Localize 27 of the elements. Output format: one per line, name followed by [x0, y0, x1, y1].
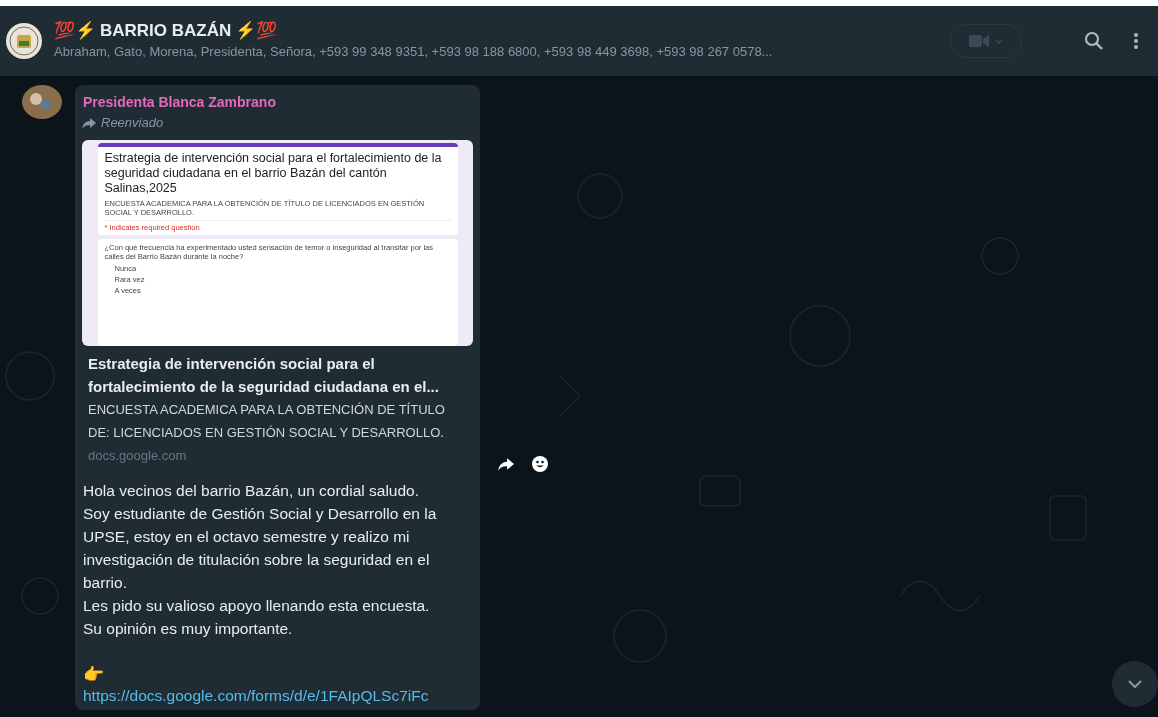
search-icon[interactable] [1084, 31, 1104, 51]
group-name[interactable]: BARRIO BAZÁN [100, 20, 232, 42]
message-text: Soy estudiante de Gestión Social y Desarrollo en la UPSE, estoy en el octavo semestre y realizo mi investigación de titulación sobre la seguridad en el barrio. [83, 504, 438, 593]
member-list[interactable]: Abraham, Gato, Morena, Presidenta, Señora, +593 99 348 9351, +593 98 188 6800, +593 98 449 3698, +593 98 267 0578... [54, 42, 938, 62]
caret-icon [995, 38, 1003, 44]
title-emoji: ⚡💯 [235, 20, 278, 42]
video-camera-icon [969, 35, 989, 47]
title-emoji: 💯⚡ [54, 20, 96, 42]
link-description: ENCUESTA ACADEMICA PARA LA OBTENCIÓN DE TÍTULO DE: LICENCIADOS EN GESTIÓN SOCIAL Y DESARROLLO. [88, 401, 446, 442]
sender-name[interactable]: Presidenta Blanca Zambrano [82, 93, 473, 112]
link-title[interactable]: Estrategia de intervención social para el fortalecimiento de la seguridad ciudadana en el... [88, 352, 467, 398]
message-text: Hola vecinos del barrio Bazán, un cordial saludo. [83, 481, 421, 501]
pointing-emoji: 👉 [83, 664, 105, 686]
menu-icon[interactable] [1134, 33, 1138, 49]
form-title: Estrategia de intervención social para el fortalecimiento de la seguridad ciudadana en el barrio Bazán del cantón Salinas,2025 [104, 151, 443, 196]
sender-avatar[interactable] [22, 85, 62, 119]
forwarded-label: Reenviado [101, 114, 164, 132]
group-avatar[interactable] [6, 23, 42, 59]
smiley-icon [532, 456, 548, 472]
link-domain: docs.google.com [88, 447, 188, 465]
chevron-down-icon [1127, 679, 1143, 689]
message-text: Su opinión es muy importante. [83, 619, 294, 639]
link-preview-image[interactable] [82, 140, 473, 346]
message-text: Les pido su valioso apoyo llenando esta encuesta. [83, 596, 431, 616]
forward-icon [498, 457, 514, 471]
forward-icon [82, 117, 96, 129]
survey-link[interactable]: https://docs.google.com/forms/d/e/1FAIpQLSc7iFc [83, 686, 472, 706]
